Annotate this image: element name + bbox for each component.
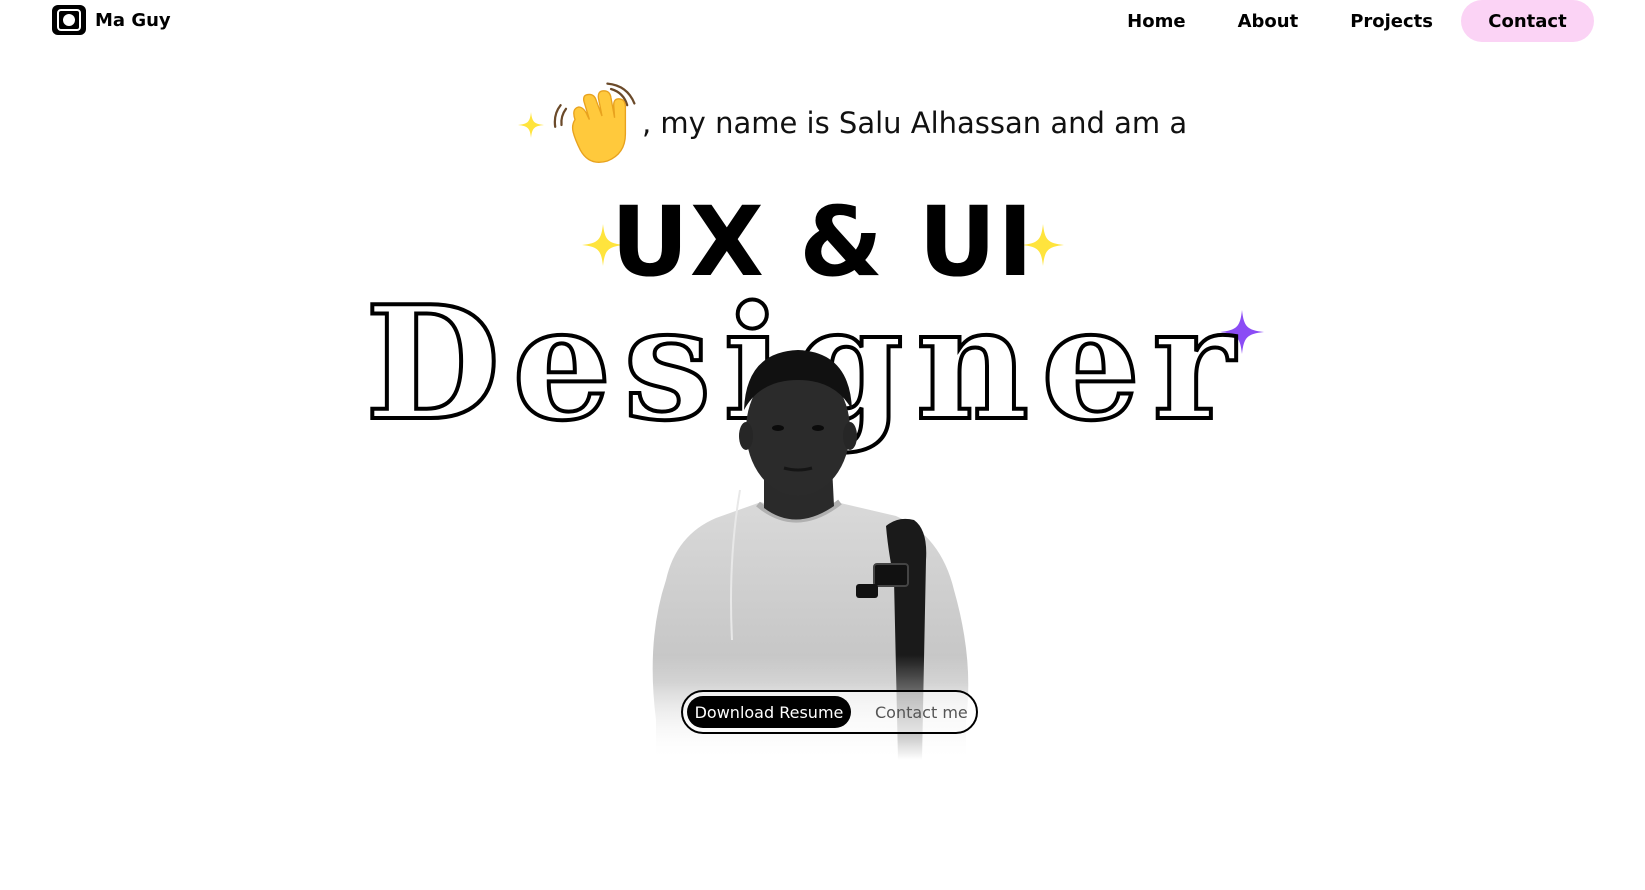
nav-about[interactable]: About [1238, 11, 1299, 32]
nav-projects[interactable]: Projects [1350, 11, 1433, 32]
download-resume-button[interactable]: Download Resume [687, 696, 851, 728]
logo-camera-icon [52, 5, 86, 35]
brand-logo[interactable]: Ma Guy [52, 5, 171, 35]
portfolio-page: Ma Guy Home About Projects Contact , my … [0, 0, 1645, 890]
main-nav: Home About Projects Contact [1127, 0, 1594, 42]
sparkle-icon [518, 112, 544, 138]
waving-hand-icon [548, 80, 638, 170]
hero-actions: Download Resume Contact me [681, 690, 978, 734]
brand-name: Ma Guy [95, 9, 171, 31]
nav-contact-button[interactable]: Contact [1461, 0, 1594, 42]
hero-greeting: , my name is Salu Alhassan and am a [642, 106, 1188, 140]
nav-home[interactable]: Home [1127, 11, 1185, 32]
contact-me-button[interactable]: Contact me [875, 703, 968, 722]
